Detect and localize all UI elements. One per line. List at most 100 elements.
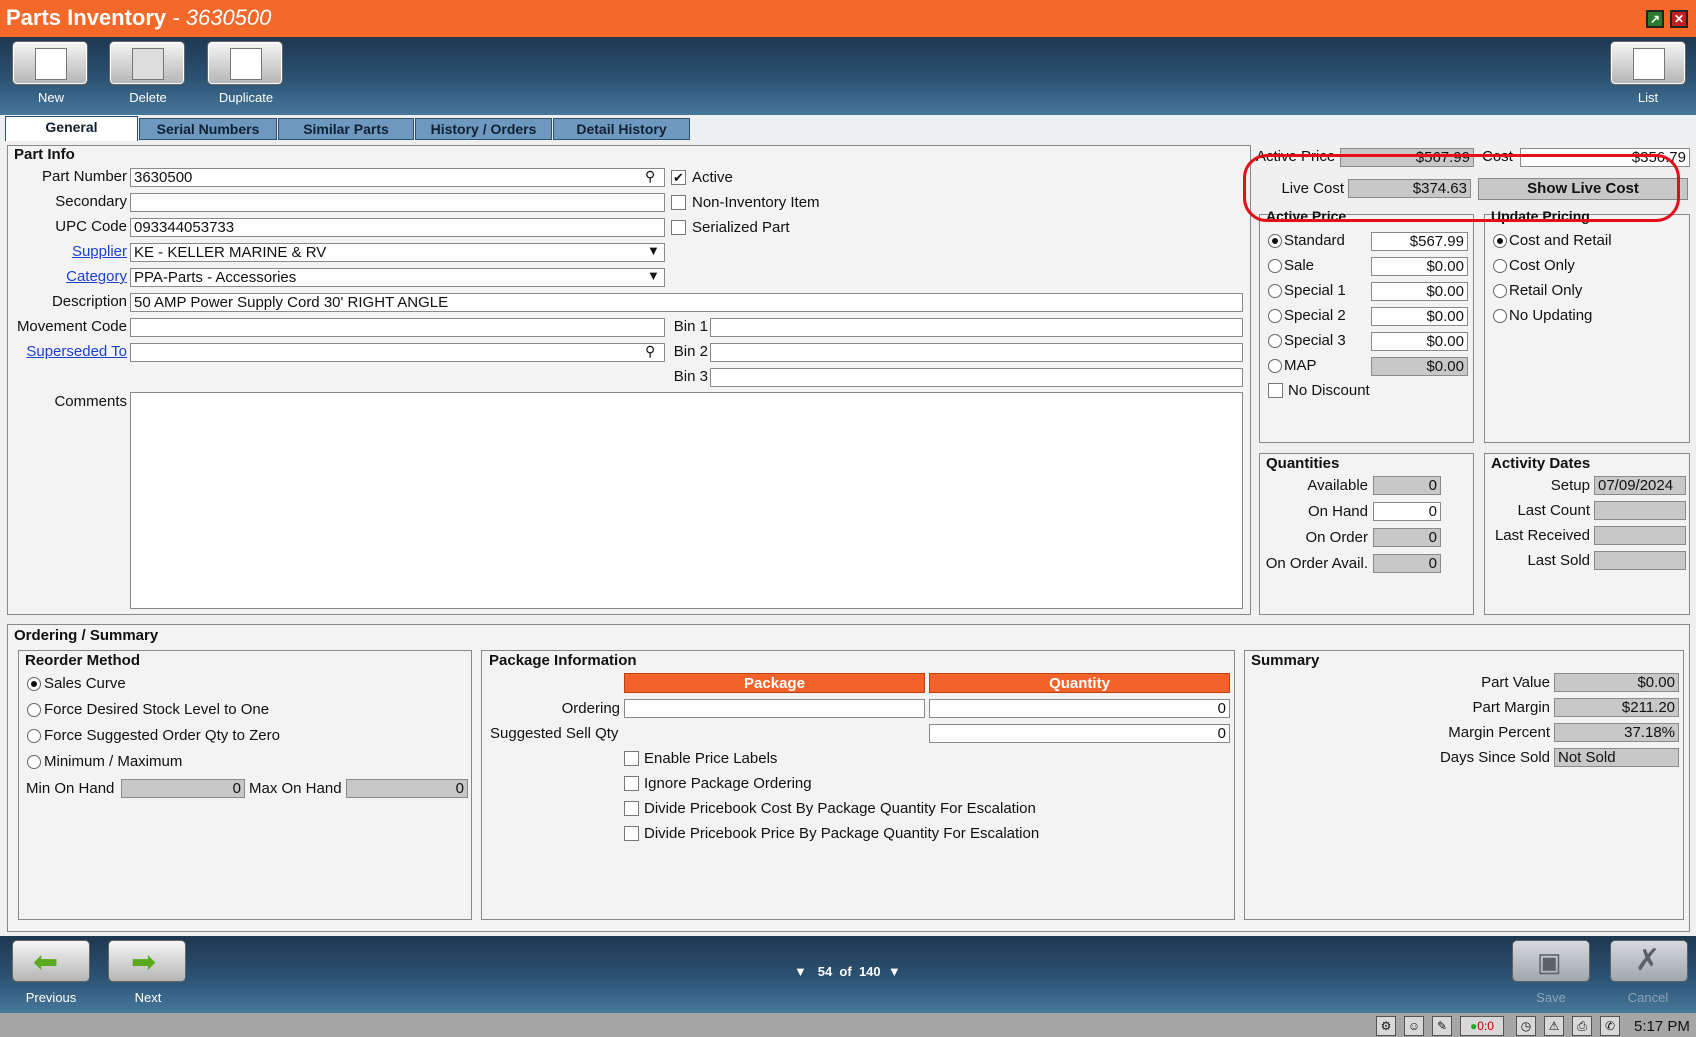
users-icon[interactable]: ☺ <box>1404 1016 1424 1036</box>
list-icon <box>1633 48 1665 80</box>
upc-field[interactable]: 093344053733 <box>130 218 665 237</box>
delete-button[interactable] <box>109 41 185 85</box>
price-field[interactable]: $0.00 <box>1371 307 1468 326</box>
movement-code-field[interactable] <box>130 318 665 337</box>
package-option-checkbox[interactable] <box>624 826 639 841</box>
superseded-field[interactable] <box>130 343 665 362</box>
price-field[interactable]: $0.00 <box>1371 332 1468 351</box>
binoculars-icon[interactable]: ⚲ <box>645 343 665 362</box>
reorder-method-radio[interactable] <box>27 729 41 743</box>
supplier-select[interactable]: KE - KELLER MARINE & RV <box>130 243 665 262</box>
ordering-package-field[interactable] <box>624 699 925 718</box>
onhand-field[interactable]: 0 <box>1373 502 1441 521</box>
active-price-group-title: Active Price <box>1266 208 1347 224</box>
ordering-qty-field[interactable]: 0 <box>929 699 1230 718</box>
tab-history-orders[interactable]: History / Orders <box>415 118 552 140</box>
non-inventory-checkbox[interactable] <box>671 195 686 210</box>
part-number-field[interactable]: 3630500 <box>130 168 665 187</box>
price-radio[interactable] <box>1268 309 1282 323</box>
price-radio[interactable] <box>1268 334 1282 348</box>
price-radio[interactable] <box>1268 259 1282 273</box>
update-pricing-radio[interactable] <box>1493 259 1507 273</box>
window-titlebar: Parts Inventory - 3630500 <box>0 0 1696 37</box>
phone-icon[interactable]: ✆ <box>1600 1016 1620 1036</box>
price-field[interactable]: $567.99 <box>1371 232 1468 251</box>
package-option-checkbox[interactable] <box>624 776 639 791</box>
description-label: Description <box>51 293 127 310</box>
save-button[interactable]: ▣ <box>1512 940 1590 982</box>
duplicate-button[interactable] <box>207 41 283 85</box>
secondary-field[interactable] <box>130 193 665 212</box>
close-icon[interactable]: ✕ <box>1670 10 1688 28</box>
chevron-down-icon[interactable]: ▼ <box>647 243 660 258</box>
bin1-field[interactable] <box>710 318 1243 337</box>
tab-detail-history[interactable]: Detail History <box>553 118 690 140</box>
comments-textarea[interactable] <box>130 392 1243 609</box>
next-button[interactable]: ➡ <box>108 940 186 982</box>
tab-similar-parts[interactable]: Similar Parts <box>278 118 414 140</box>
bin2-field[interactable] <box>710 343 1243 362</box>
package-option-checkbox[interactable] <box>624 801 639 816</box>
list-button[interactable] <box>1610 41 1686 85</box>
price-radio[interactable] <box>1268 359 1282 373</box>
binoculars-icon[interactable]: ⚲ <box>645 168 665 187</box>
price-field[interactable]: $0.00 <box>1371 357 1468 376</box>
update-pricing-radio[interactable] <box>1493 309 1507 323</box>
restore-icon[interactable]: ↗ <box>1646 10 1664 28</box>
serialized-label: Serialized Part <box>692 219 790 236</box>
price-field[interactable]: $0.00 <box>1371 282 1468 301</box>
superseded-link[interactable]: Superseded To <box>10 343 127 360</box>
active-checkbox[interactable]: ✔ <box>671 170 686 185</box>
tab-general[interactable]: General <box>5 116 138 141</box>
update-pricing-radio[interactable] <box>1493 284 1507 298</box>
chevron-down-icon[interactable]: ▼ <box>647 268 660 283</box>
next-label: Next <box>134 990 162 1005</box>
days-since-sold-label: Days Since Sold <box>1439 749 1550 766</box>
active-price-value: $567.99 <box>1340 148 1474 167</box>
previous-button[interactable]: ⬅ <box>12 940 90 982</box>
connection-status-icon[interactable]: ●0:0 <box>1460 1016 1504 1036</box>
reorder-method-radio[interactable] <box>27 677 41 691</box>
category-select[interactable]: PPA-Parts - Accessories <box>130 268 665 287</box>
cost-field[interactable]: $356.79 <box>1520 148 1690 167</box>
clock-time: 5:17 PM <box>1634 1018 1690 1035</box>
gear-icon[interactable]: ⚙ <box>1376 1016 1396 1036</box>
update-pricing-radio[interactable] <box>1493 234 1507 248</box>
no-discount-label: No Discount <box>1288 382 1370 399</box>
warning-icon[interactable]: ⚠ <box>1544 1016 1564 1036</box>
show-live-cost-button[interactable]: Show Live Cost <box>1478 178 1688 200</box>
package-info-title: Package Information <box>489 652 637 669</box>
category-link[interactable]: Category <box>10 268 127 285</box>
notes-icon[interactable]: ✎ <box>1432 1016 1452 1036</box>
new-button[interactable] <box>12 41 88 85</box>
movement-code-label: Movement Code <box>16 318 127 335</box>
bin1-label: Bin 1 <box>673 318 708 335</box>
price-radio[interactable] <box>1268 284 1282 298</box>
description-field[interactable]: 50 AMP Power Supply Cord 30' RIGHT ANGLE <box>130 293 1243 312</box>
reorder-method-radio[interactable] <box>27 755 41 769</box>
price-radio[interactable] <box>1268 234 1282 248</box>
record-prev-icon[interactable]: ▼ <box>794 964 807 979</box>
cancel-button[interactable]: ✗ <box>1610 940 1688 982</box>
serialized-checkbox[interactable] <box>671 220 686 235</box>
price-field[interactable]: $0.00 <box>1371 257 1468 276</box>
min-onhand-field[interactable]: 0 <box>121 779 245 798</box>
clock-icon[interactable]: ◷ <box>1516 1016 1536 1036</box>
new-document-icon <box>35 48 67 80</box>
bin3-field[interactable] <box>710 368 1243 387</box>
printer-icon[interactable]: ⎙ <box>1572 1016 1592 1036</box>
record-next-icon[interactable]: ▼ <box>888 964 901 979</box>
update-pricing-label: Cost and Retail <box>1509 232 1612 249</box>
arrow-left-icon: ⬅ <box>33 946 59 979</box>
suggested-sell-field[interactable]: 0 <box>929 724 1230 743</box>
tab-serial-numbers[interactable]: Serial Numbers <box>139 118 277 140</box>
no-discount-checkbox[interactable] <box>1268 383 1283 398</box>
cancel-label: Cancel <box>1627 990 1669 1005</box>
supplier-link[interactable]: Supplier <box>10 243 127 260</box>
max-onhand-field[interactable]: 0 <box>346 779 468 798</box>
package-option-checkbox[interactable] <box>624 751 639 766</box>
reorder-method-radio[interactable] <box>27 703 41 717</box>
floppy-icon: ▣ <box>1537 947 1562 977</box>
last-received-value <box>1594 526 1686 545</box>
cost-label: Cost <box>1482 148 1513 165</box>
